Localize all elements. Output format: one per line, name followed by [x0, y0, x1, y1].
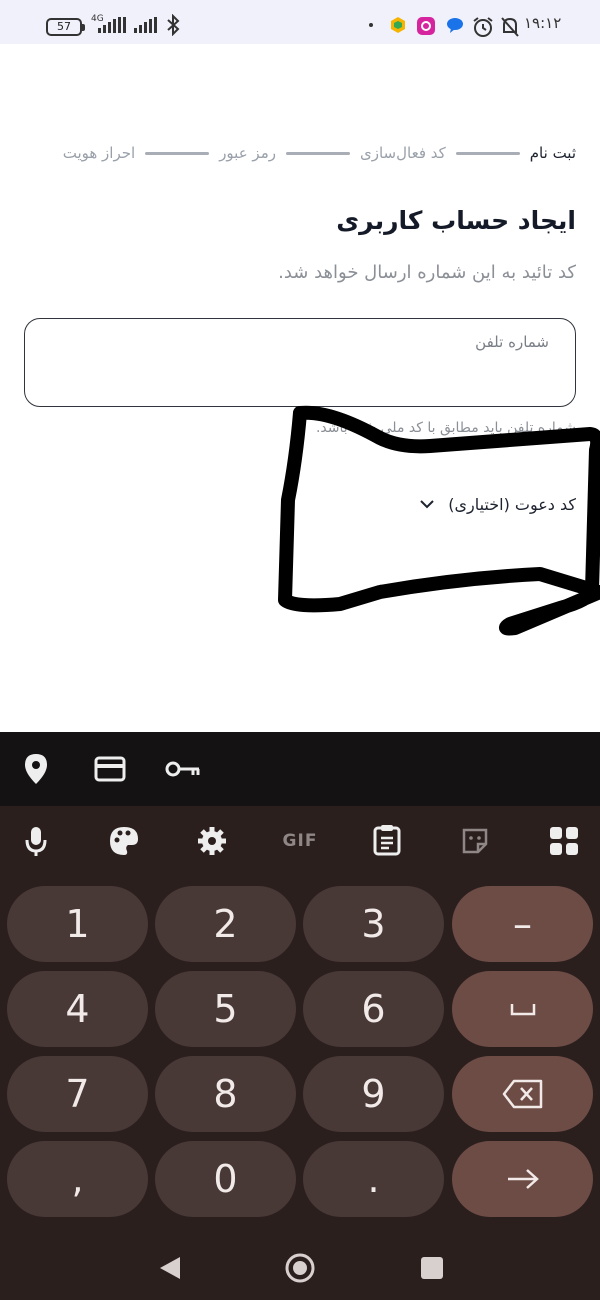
key-9[interactable]: 9 — [303, 1056, 444, 1132]
step-identity-verification: احراز هویت — [62, 144, 136, 162]
step-activation-code: کد فعال‌سازی — [359, 144, 446, 162]
invite-code-label: کد دعوت (اختیاری) — [448, 494, 576, 514]
step-divider — [145, 151, 210, 155]
status-bar: 57 4G ۱۹:۱۲ — [0, 0, 600, 44]
key-4[interactable]: 4 — [7, 971, 148, 1047]
on-screen-keyboard: GIF 1 2 3 – 4 5 6 7 8 9 , 0 . — [0, 732, 600, 1300]
chevron-down-icon — [420, 500, 434, 509]
space-key[interactable] — [452, 971, 593, 1047]
invite-code-toggle[interactable]: کد دعوت (اختیاری) — [418, 490, 576, 518]
key-1[interactable]: 1 — [7, 886, 148, 962]
key-8[interactable]: 8 — [155, 1056, 296, 1132]
backspace-icon — [502, 1079, 542, 1109]
key-period[interactable]: . — [303, 1141, 444, 1217]
palette-icon[interactable] — [106, 824, 142, 858]
gif-label: GIF — [282, 831, 318, 851]
page-subtitle: کد تائید به این شماره ارسال خواهد شد. — [278, 262, 576, 283]
key-2[interactable]: 2 — [155, 886, 296, 962]
phone-number-field[interactable]: شماره تلفن — [24, 318, 576, 407]
alarm-icon — [473, 17, 493, 37]
keyboard-toolbar: GIF — [0, 806, 600, 876]
recents-icon[interactable] — [420, 1256, 444, 1280]
page-title: ایجاد حساب کاربری — [336, 206, 576, 235]
key-minus[interactable]: – — [452, 886, 593, 962]
step-divider — [285, 151, 350, 155]
app-icon — [391, 17, 405, 33]
backspace-key[interactable] — [452, 1056, 593, 1132]
signup-stepper: ثبت نام کد فعال‌سازی رمز عبور احراز هویت — [24, 140, 576, 166]
signal-icon — [98, 17, 126, 33]
settings-icon[interactable] — [194, 824, 230, 858]
clock: ۱۹:۱۲ — [524, 14, 562, 32]
phone-helper-text: شماره تلفن باید مطابق با کد ملی شما باشد… — [315, 420, 576, 436]
step-divider — [455, 151, 520, 155]
sticker-icon[interactable] — [458, 824, 492, 858]
key-3[interactable]: 3 — [303, 886, 444, 962]
back-icon[interactable] — [158, 1255, 182, 1281]
signal-icon — [134, 17, 157, 33]
notification-dot-icon — [369, 23, 373, 27]
mic-icon[interactable] — [20, 824, 52, 858]
credit-card-icon[interactable] — [92, 754, 128, 784]
clipboard-icon[interactable] — [370, 822, 404, 858]
location-pin-icon[interactable] — [20, 752, 52, 786]
keyboard-suggestion-bar — [0, 732, 600, 806]
apps-grid-icon[interactable] — [546, 824, 582, 858]
space-icon — [510, 1004, 535, 1016]
instagram-icon — [417, 17, 435, 35]
key-7[interactable]: 7 — [7, 1056, 148, 1132]
gif-button[interactable]: GIF — [276, 824, 324, 858]
key-5[interactable]: 5 — [155, 971, 296, 1047]
system-nav-bar — [0, 1236, 600, 1300]
key-comma[interactable]: , — [7, 1141, 148, 1217]
key-6[interactable]: 6 — [303, 971, 444, 1047]
message-icon — [447, 18, 463, 33]
enter-key[interactable] — [452, 1141, 593, 1217]
phone-number-label: شماره تلفن — [475, 333, 549, 351]
battery-indicator: 57 — [46, 18, 85, 36]
notifications-off-icon — [501, 17, 519, 37]
key-0[interactable]: 0 — [155, 1141, 296, 1217]
key-icon[interactable] — [164, 756, 202, 782]
home-icon[interactable] — [284, 1252, 316, 1284]
step-password: رمز عبور — [219, 144, 276, 162]
step-signup: ثبت نام — [529, 144, 576, 162]
phone-number-input[interactable] — [45, 364, 555, 394]
arrow-right-icon — [507, 1169, 539, 1189]
bluetooth-icon — [167, 14, 180, 36]
